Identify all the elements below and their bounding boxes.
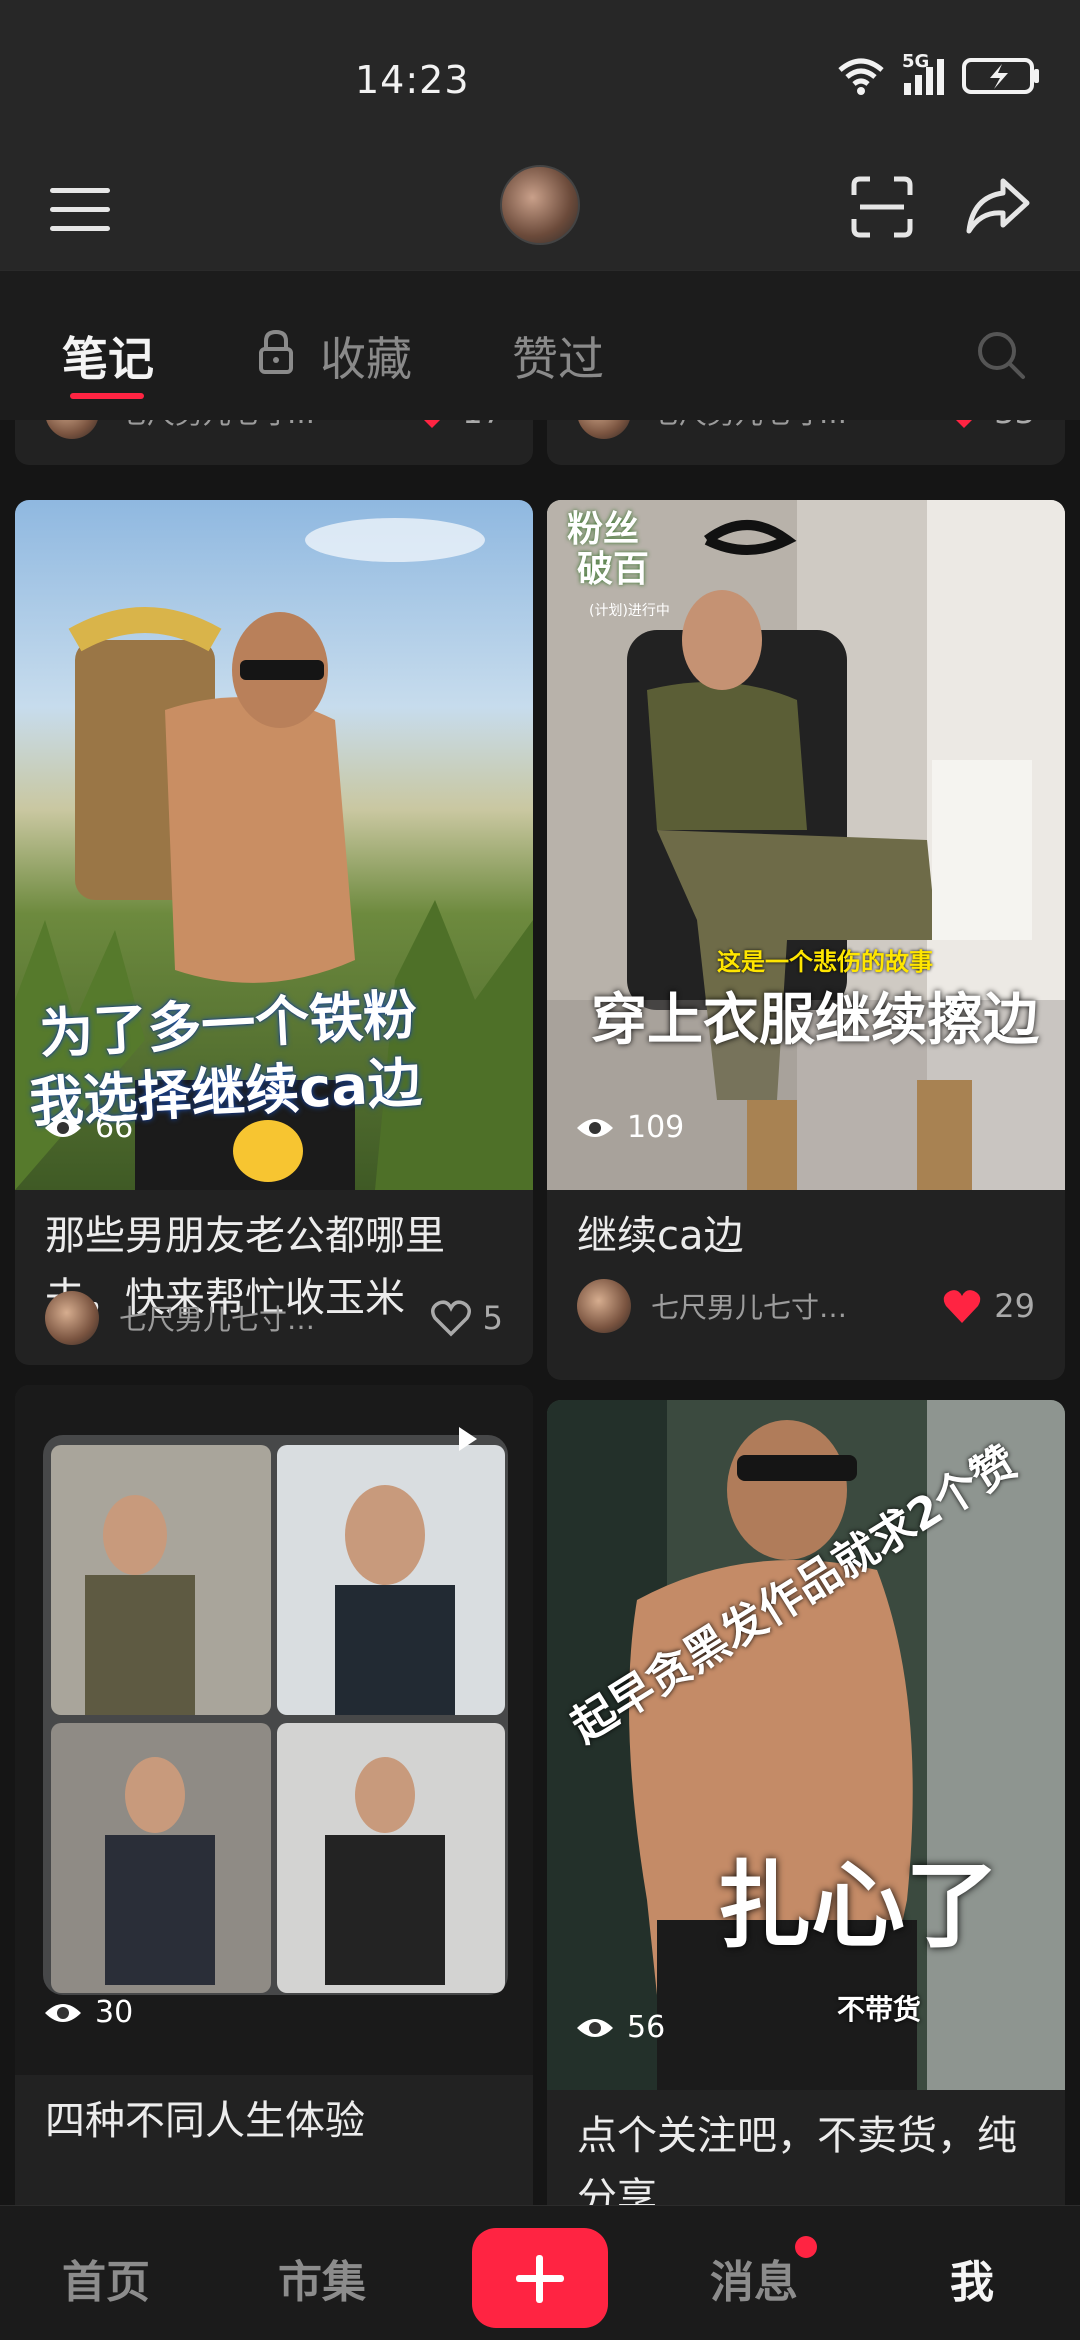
author-name: 七尺男儿七寸… [119,420,412,432]
eye-icon [577,1118,613,1137]
tab-liked[interactable]: 赞过 [512,323,604,389]
cover-photo [15,1385,533,2075]
avatar [45,1291,99,1345]
status-icons: 5G [836,51,1042,96]
heart-filled-icon [424,420,441,428]
view-count: 66 [43,1110,133,1145]
view-count-value: 56 [627,2010,666,2045]
search-icon[interactable] [975,329,1027,381]
nav-market[interactable]: 市集 [278,2246,366,2310]
wifi-icon [838,58,884,95]
heart-filled-icon [944,1290,981,1323]
like-count: 29 [994,1287,1035,1325]
play-icon [459,1427,477,1451]
profile-tabs: 笔记 收藏 赞过 [0,270,1080,420]
eye-icon [577,2018,613,2037]
cover-caption: 穿上衣服继续擦边 [591,988,1039,1053]
add-post-button[interactable] [472,2228,608,2328]
bottom-nav: 首页 市集 消息 我 [0,2205,1080,2340]
cover-tag-2: 破百 [577,549,650,590]
view-count: 56 [575,2010,665,2045]
nav-home[interactable]: 首页 [62,2246,150,2310]
menu-icon[interactable] [50,188,110,238]
cover-small-caption: 不带货 [837,1993,922,2026]
list-item[interactable]: 粉丝 破百 (计划)进行中 这是一个悲伤的故事 穿上衣服继续擦边 109 继续c… [547,500,1065,1380]
card-meta: 七尺男儿七寸… 17 [45,420,503,440]
cover-image: 30 [15,1385,533,2075]
view-count: 30 [43,1995,133,2030]
status-bar: 14:23 5G [0,0,1080,150]
share-icon[interactable] [965,175,1031,237]
card-title: 继续ca边 [577,1213,744,1259]
card-meta: 七尺男儿七寸… 33 [577,420,1035,440]
view-count-value: 109 [627,1110,685,1145]
author-name: 七尺男儿七寸… [651,1291,848,1324]
battery-charging-icon [962,58,1039,94]
view-count: 109 [575,1110,684,1145]
list-item[interactable]: 七尺男儿七寸… 17 [15,420,533,465]
like-count: 5 [482,1299,503,1337]
laughing-emoji-icon [233,1120,303,1182]
active-tab-indicator [70,393,144,399]
like-count: 33 [994,420,1035,431]
avatar [45,420,99,439]
avatar[interactable] [500,165,580,245]
nav-me[interactable]: 我 [950,2246,994,2310]
cover-image: 起早贪黑发作品就求2个赞 扎心了 不带货 56 [547,1400,1065,2090]
cover-big-caption: 扎心了 [717,1852,1000,1961]
scan-icon[interactable] [850,175,914,239]
eye-icon [45,1118,81,1137]
like-button[interactable]: 29 [940,1286,1035,1326]
cover-tag-3: (计划)进行中 [589,603,670,619]
author-name: 七尺男儿七寸… [119,1303,316,1336]
list-item[interactable]: 为了多一个铁粉 我选择继续ca边 66 那些男朋友老公都哪里去，快来帮忙收玉米 … [15,500,533,1365]
notification-dot [795,2236,817,2258]
like-button[interactable]: 5 [429,1298,503,1338]
card-meta: 七尺男儿七寸… 29 [577,1278,1035,1334]
avatar [577,420,631,439]
heart-outline-icon [430,1300,471,1337]
profile-header [0,150,1080,270]
view-count-value: 30 [95,1995,134,2030]
list-item[interactable]: 30 四种不同人生体验 [15,1385,533,2205]
author-name: 七尺男儿七寸… [651,420,944,432]
cover-tag-1: 粉丝 [567,509,640,550]
tab-favorites[interactable]: 收藏 [320,323,412,389]
tab-notes[interactable]: 笔记 [62,323,154,389]
eye-icon [45,2003,81,2022]
like-count: 17 [462,420,503,431]
like-button[interactable]: 17 [412,420,503,431]
list-item[interactable]: 起早贪黑发作品就求2个赞 扎心了 不带货 56 点个关注吧，不卖货，纯分享 [547,1400,1065,2205]
cover-subcaption: 这是一个悲伤的故事 [717,948,933,976]
lock-icon [259,329,293,374]
view-count-value: 66 [95,1110,134,1145]
list-item[interactable]: 七尺男儿七寸… 33 [547,420,1065,465]
status-time: 14:23 [355,58,470,102]
card-title: 四种不同人生体验 [45,2098,365,2144]
card-title: 点个关注吧，不卖货，纯分享 [577,2113,1017,2205]
like-button[interactable]: 33 [944,420,1035,431]
nav-messages[interactable]: 消息 [710,2246,798,2310]
card-meta: 七尺男儿七寸… 5 [45,1290,503,1346]
cellular-signal-icon: 5G [902,51,944,95]
cover-image: 为了多一个铁粉 我选择继续ca边 66 [15,500,533,1190]
network-label: 5G [902,51,930,72]
cover-image: 粉丝 破百 (计划)进行中 这是一个悲伤的故事 穿上衣服继续擦边 109 [547,500,1065,1190]
avatar [577,1279,631,1333]
heart-filled-icon [956,420,973,428]
notes-feed: 七尺男儿七寸… 17 七尺男儿七寸… 33 [0,420,1080,2205]
